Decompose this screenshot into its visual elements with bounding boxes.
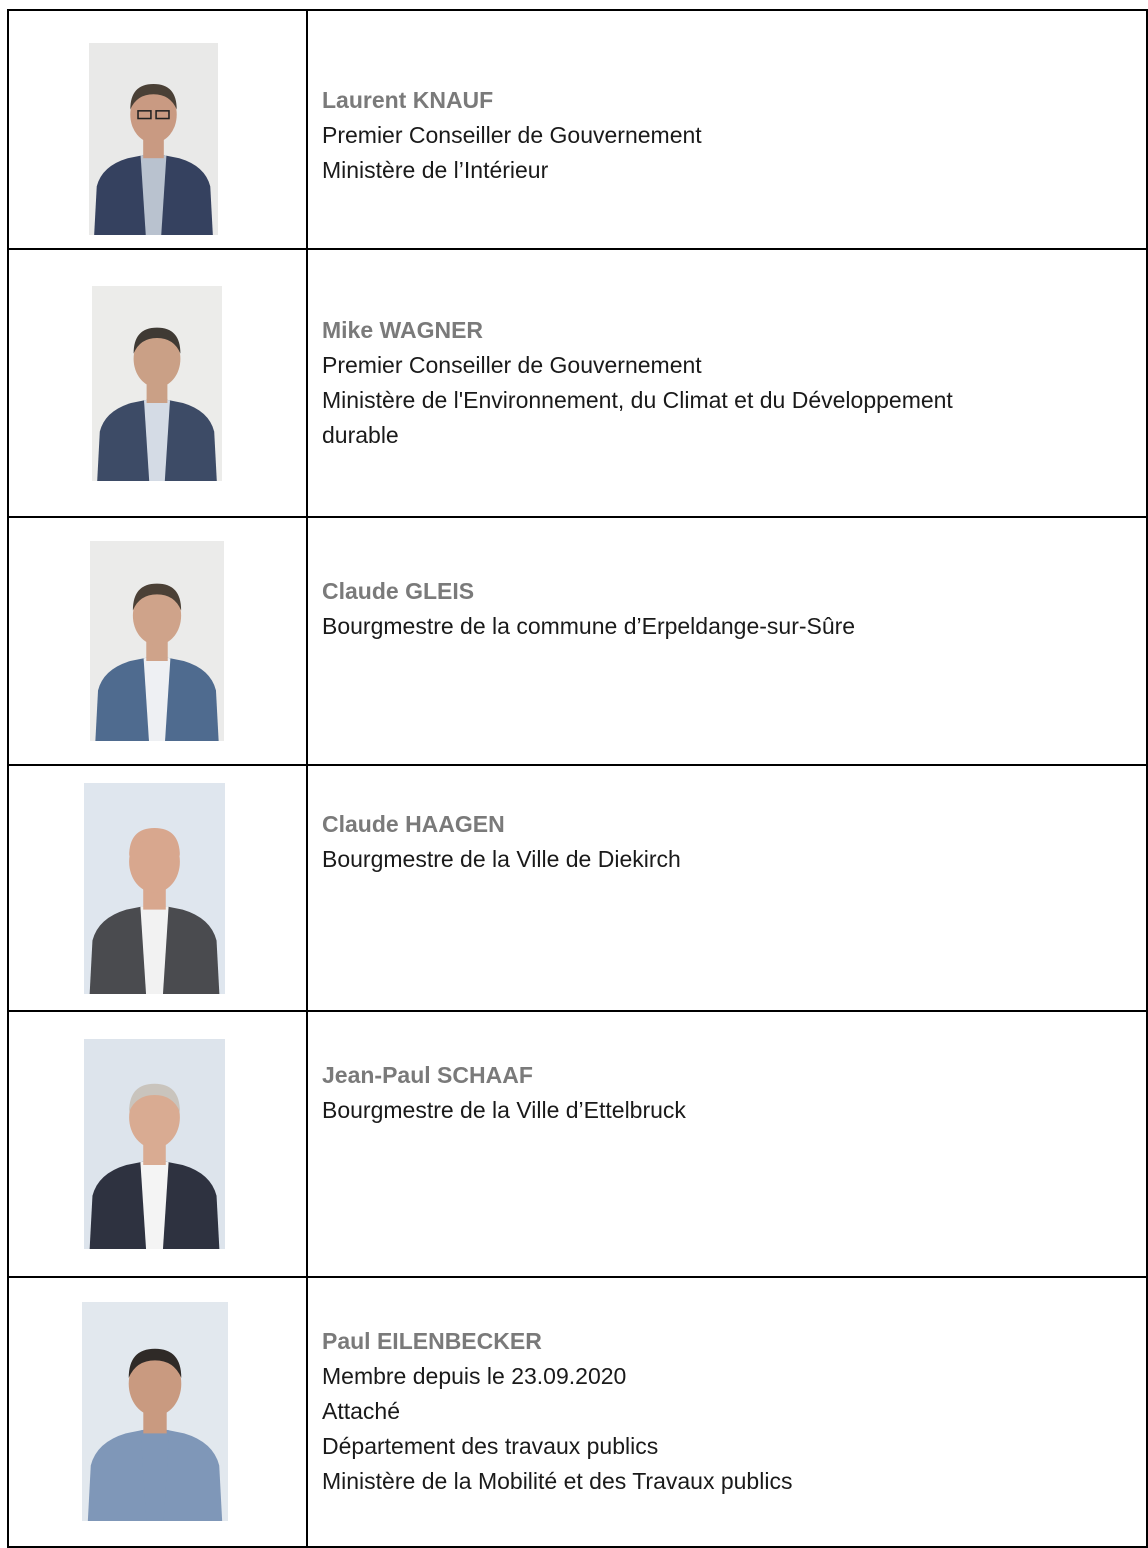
member-info: Mike WAGNER Premier Conseiller de Gouver…: [306, 248, 1148, 518]
member-name: Jean-Paul SCHAAF: [322, 1062, 533, 1088]
member-detail-line: Ministère de l’Intérieur: [322, 157, 549, 183]
member-row: Jean-Paul SCHAAF Bourgmestre de la Ville…: [7, 1010, 1148, 1278]
member-portrait: [84, 782, 225, 994]
photo-cell: [7, 516, 308, 766]
photo-cell: [7, 9, 308, 250]
member-name: Mike WAGNER: [322, 317, 484, 343]
member-info: Paul EILENBECKER Membre depuis le 23.09.…: [306, 1276, 1148, 1548]
member-info: Jean-Paul SCHAAF Bourgmestre de la Ville…: [306, 1010, 1148, 1278]
member-detail-line: Attaché: [322, 1398, 400, 1424]
member-portrait: [89, 541, 224, 741]
member-portrait: [81, 1302, 228, 1521]
member-detail-line: Premier Conseiller de Gouvernement: [322, 352, 702, 378]
member-detail-line: durable: [322, 422, 399, 448]
member-name: Claude HAAGEN: [322, 811, 505, 837]
member-detail-line: Ministère de l'Environnement, du Climat …: [322, 387, 953, 413]
member-detail-line: Département des travaux publics: [322, 1433, 659, 1459]
members-table: Laurent KNAUF Premier Conseiller de Gouv…: [7, 9, 1148, 1548]
member-detail-line: Bourgmestre de la Ville de Diekirch: [322, 846, 681, 872]
member-detail-line: Premier Conseiller de Gouvernement: [322, 122, 702, 148]
member-info: Claude HAAGEN Bourgmestre de la Ville de…: [306, 764, 1148, 1012]
member-portrait: [88, 42, 218, 235]
member-name: Paul EILENBECKER: [322, 1328, 542, 1354]
photo-cell: [7, 764, 308, 1012]
member-info: Laurent KNAUF Premier Conseiller de Gouv…: [306, 9, 1148, 250]
photo-cell: [7, 248, 308, 518]
member-row: Claude GLEIS Bourgmestre de la commune d…: [7, 516, 1148, 766]
member-portrait: [91, 285, 222, 481]
member-detail-line: Bourgmestre de la Ville d’Ettelbruck: [322, 1097, 686, 1123]
photo-cell: [7, 1010, 308, 1278]
member-name: Claude GLEIS: [322, 578, 475, 604]
member-row: Paul EILENBECKER Membre depuis le 23.09.…: [7, 1276, 1148, 1548]
member-row: Laurent KNAUF Premier Conseiller de Gouv…: [7, 9, 1148, 250]
photo-cell: [7, 1276, 308, 1548]
member-detail-line: Membre depuis le 23.09.2020: [322, 1363, 627, 1389]
member-row: Claude HAAGEN Bourgmestre de la Ville de…: [7, 764, 1148, 1012]
member-row: Mike WAGNER Premier Conseiller de Gouver…: [7, 248, 1148, 518]
member-name: Laurent KNAUF: [322, 87, 494, 113]
member-info: Claude GLEIS Bourgmestre de la commune d…: [306, 516, 1148, 766]
member-portrait: [84, 1039, 225, 1249]
member-detail-line: Ministère de la Mobilité et des Travaux …: [322, 1468, 793, 1494]
member-detail-line: Bourgmestre de la commune d’Erpeldange-s…: [322, 613, 856, 639]
